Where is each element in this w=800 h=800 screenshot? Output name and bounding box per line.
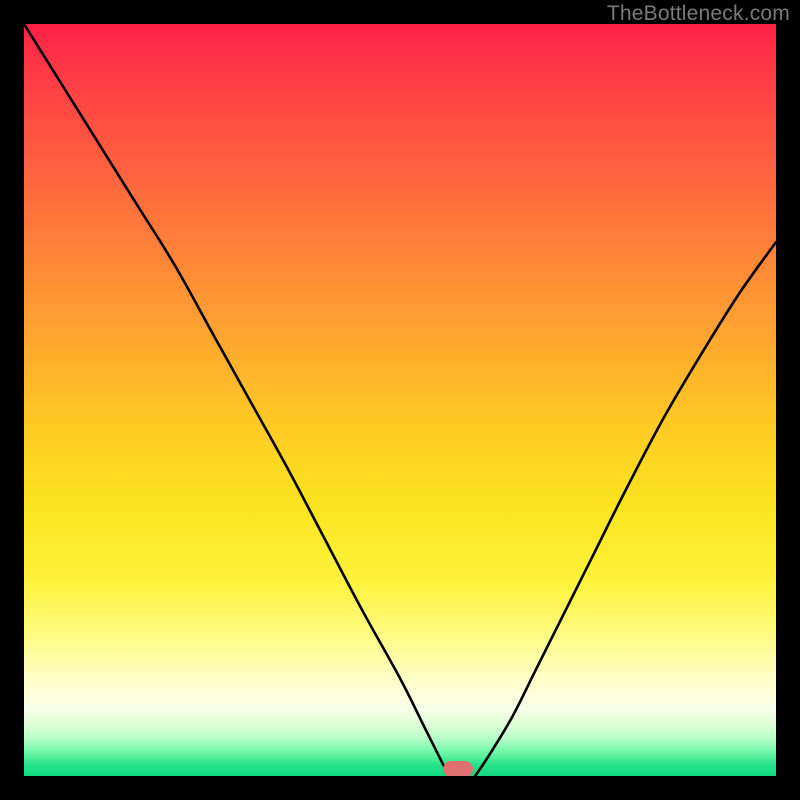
chart-frame: TheBottleneck.com (0, 0, 800, 800)
right-curve (475, 242, 776, 776)
plot-area (24, 24, 776, 776)
left-curve (24, 24, 449, 776)
bottleneck-marker (443, 761, 473, 776)
curve-layer (24, 24, 776, 776)
watermark-text: TheBottleneck.com (607, 2, 790, 26)
